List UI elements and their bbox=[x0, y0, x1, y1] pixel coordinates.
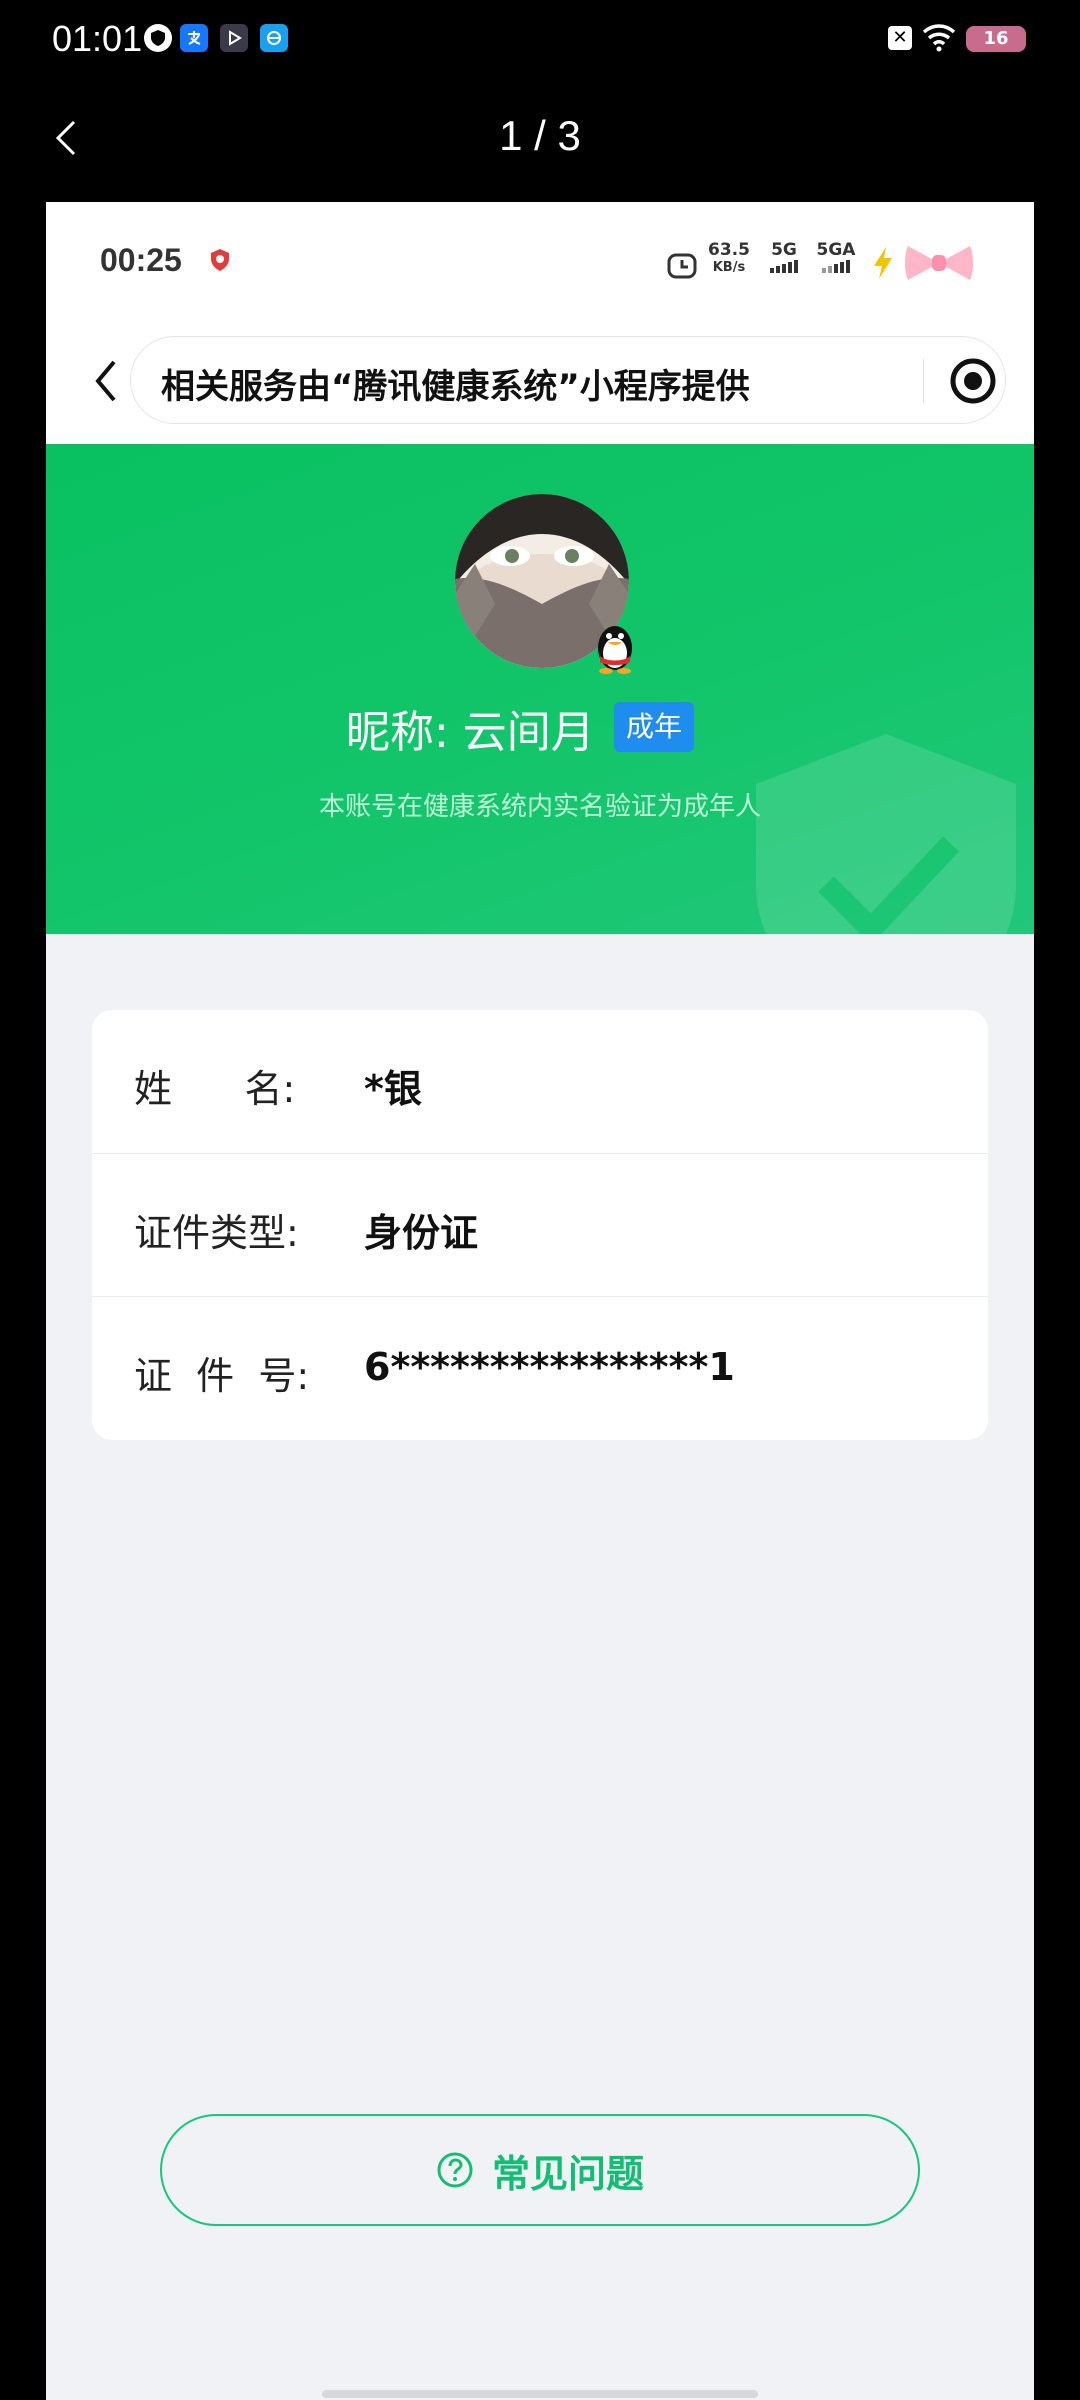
name-row: 姓 名: *银 bbox=[92, 1010, 988, 1153]
nickname: 昵称: 云间月 bbox=[346, 707, 595, 758]
network-speed-value: 63.5 bbox=[708, 240, 750, 260]
capsule-divider bbox=[923, 359, 924, 403]
signal-bars-icon bbox=[822, 260, 850, 273]
id-number-label: 证 件 号: bbox=[134, 1354, 310, 1398]
network-speed: 63.5 KB/s bbox=[708, 242, 750, 276]
wifi-icon bbox=[922, 24, 956, 52]
service-notice-text: 相关服务由“腾讯健康系统”小程序提供 bbox=[161, 367, 750, 407]
verification-note: 本账号在健康系统内实名验证为成年人 bbox=[318, 792, 761, 822]
close-notification-icon: ✕ bbox=[888, 26, 912, 50]
back-icon[interactable] bbox=[90, 356, 120, 406]
name-label: 姓 名: bbox=[134, 1067, 296, 1111]
shield-notification-icon bbox=[144, 24, 172, 52]
faq-label: 常见问题 bbox=[491, 2151, 644, 2196]
network-speed-unit: KB/s bbox=[712, 260, 746, 275]
id-type-label: 证件类型: bbox=[134, 1211, 299, 1255]
alipay-notification-icon bbox=[180, 24, 208, 52]
background-shield-icon bbox=[756, 734, 1016, 934]
telecom-notification-icon bbox=[260, 24, 288, 52]
outer-status-time: 01:01 bbox=[52, 18, 143, 59]
name-value: *银 bbox=[364, 1067, 422, 1111]
id-type-row: 证件类型: 身份证 bbox=[92, 1153, 988, 1297]
id-number-row: 证 件 号: 6****************1 bbox=[92, 1296, 988, 1440]
question-circle-icon bbox=[437, 2152, 473, 2188]
home-indicator[interactable] bbox=[322, 2390, 758, 2398]
inner-status-time: 00:25 bbox=[100, 242, 182, 278]
video-play-notification-icon bbox=[220, 24, 248, 52]
antivirus-shield-icon bbox=[211, 249, 229, 271]
sim1-type: 5G bbox=[771, 240, 797, 260]
outer-status-bar: 01:01 ✕ 16 bbox=[0, 0, 1080, 80]
sim2-signal: 5GA bbox=[812, 242, 860, 277]
mini-program-bar: 相关服务由“腾讯健康系统”小程序提供 bbox=[46, 322, 1034, 444]
faq-button[interactable]: 常见问题 bbox=[160, 2114, 920, 2226]
charging-bolt-icon bbox=[874, 247, 892, 279]
battery-indicator: 16 bbox=[966, 26, 1026, 52]
pink-bow-battery-icon bbox=[905, 246, 973, 280]
inner-status-bar: 00:25 63.5 KB/s 5G 5GA bbox=[46, 202, 1034, 322]
adult-badge: 成年 bbox=[614, 702, 694, 752]
sim1-signal: 5G bbox=[764, 242, 804, 277]
qq-penguin-icon bbox=[598, 626, 632, 674]
screenshot-frame: 00:25 63.5 KB/s 5G 5GA 相关服务由“腾讯健康系统”小程序提… bbox=[46, 202, 1034, 2400]
service-notice-capsule[interactable]: 相关服务由“腾讯健康系统”小程序提供 bbox=[130, 336, 1006, 424]
id-number-value: 6****************1 bbox=[364, 1345, 735, 1389]
id-type-value: 身份证 bbox=[364, 1211, 479, 1255]
alarm-icon bbox=[667, 253, 697, 279]
image-counter: 1 / 3 bbox=[499, 112, 581, 159]
signal-bars-icon bbox=[770, 260, 798, 273]
identity-info-card: 姓 名: *银 证件类型: 身份证 证 件 号: 6**************… bbox=[92, 1010, 988, 1440]
sim2-type: 5GA bbox=[816, 240, 856, 260]
close-target-icon[interactable] bbox=[949, 357, 997, 405]
